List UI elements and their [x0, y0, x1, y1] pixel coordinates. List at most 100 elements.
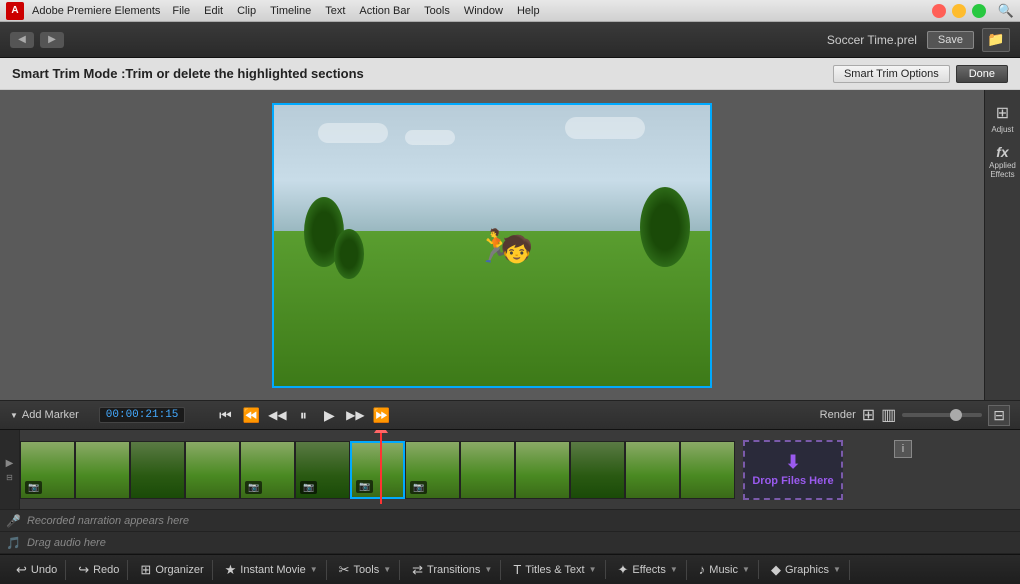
done-button[interactable]: Done [956, 65, 1008, 83]
film-frame-7[interactable]: 📷 [350, 441, 405, 499]
render-icon[interactable]: ⊞ [862, 405, 875, 425]
film-frame-4[interactable] [185, 441, 240, 499]
film-frame-1[interactable]: 📷 [20, 441, 75, 499]
playhead-marker [374, 430, 388, 433]
film-frame-2[interactable] [75, 441, 130, 499]
organizer-button[interactable]: ⊞ Organizer [132, 560, 212, 580]
applied-effects-label: Applied Effects [988, 162, 1018, 180]
transitions-label: Transitions [427, 564, 480, 576]
tools-label: Tools [354, 564, 380, 576]
menu-tools[interactable]: Tools [424, 5, 450, 17]
effects-button[interactable]: ✦ Effects ▼ [610, 560, 687, 580]
camera-icon-5: 📷 [245, 481, 262, 494]
search-icon[interactable]: 🔍 [998, 3, 1014, 19]
microphone-icon: 🎤 [6, 514, 21, 528]
drop-files-label: Drop Files Here [752, 475, 833, 487]
project-icon: 📁 [987, 31, 1004, 48]
film-frame-11[interactable] [570, 441, 625, 499]
add-marker-button[interactable]: ▼ Add Marker [10, 409, 79, 421]
forward-button[interactable]: ▶ [40, 32, 64, 48]
instant-movie-label: Instant Movie [240, 564, 305, 576]
close-button[interactable] [932, 4, 946, 18]
undo-button[interactable]: ↩ Undo [8, 560, 66, 580]
app-name: Adobe Premiere Elements [32, 5, 160, 17]
transitions-button[interactable]: ⇄ Transitions ▼ [404, 560, 501, 580]
audio-icon: 🎵 [6, 536, 21, 550]
transitions-icon: ⇄ [412, 562, 423, 578]
transport-step-back[interactable]: ⏪ [241, 407, 261, 424]
render-area: Render ⊞ ▥ ⊟ [820, 405, 1010, 426]
smart-trim-options-button[interactable]: Smart Trim Options [833, 65, 950, 83]
render-expand-icon[interactable]: ⊟ [988, 405, 1010, 426]
transport-pause[interactable]: ⏸ [293, 407, 313, 424]
effects-arrow: ▼ [670, 565, 678, 574]
instant-movie-button[interactable]: ★ Instant Movie ▼ [217, 560, 327, 580]
narration-label: Recorded narration appears here [27, 515, 189, 527]
back-button[interactable]: ◀ [10, 32, 34, 48]
titles-text-button[interactable]: T Titles & Text ▼ [505, 560, 605, 579]
adjust-tool[interactable]: ⊞ Adjust [988, 98, 1018, 138]
transitions-arrow: ▼ [484, 565, 492, 574]
effects-icon: ✦ [618, 562, 629, 578]
render-slider-knob [950, 409, 962, 421]
graphics-label: Graphics [785, 564, 829, 576]
project-icon-button[interactable]: 📁 [982, 28, 1010, 52]
render-slider[interactable] [902, 413, 982, 417]
info-icon[interactable]: i [894, 440, 912, 458]
music-icon: ♪ [699, 562, 706, 577]
camera-icon-7: 📷 [356, 480, 373, 493]
menu-edit[interactable]: Edit [204, 5, 223, 17]
film-frame-8[interactable]: 📷 [405, 441, 460, 499]
camera-icon-6: 📷 [300, 481, 317, 494]
applied-effects-tool[interactable]: fx Applied Effects [988, 142, 1018, 182]
menu-file[interactable]: File [172, 5, 190, 17]
menu-items: File Edit Clip Timeline Text Action Bar … [172, 5, 539, 17]
timecode-display[interactable]: 00:00:21:15 [99, 407, 186, 423]
video-preview: 🏃 🧒 [272, 103, 712, 388]
transport-frame-back[interactable]: ◀◀ [267, 408, 287, 422]
transport-play[interactable]: ▶ [319, 407, 339, 424]
music-button[interactable]: ♪ Music ▼ [691, 560, 759, 579]
transport-frame-fwd[interactable]: ▶▶ [345, 408, 365, 422]
graphics-button[interactable]: ◆ Graphics ▼ [763, 560, 850, 580]
graphics-icon: ◆ [771, 562, 781, 578]
film-frame-5[interactable]: 📷 [240, 441, 295, 499]
film-frame-10[interactable] [515, 441, 570, 499]
redo-button[interactable]: ↪ Redo [70, 560, 128, 580]
music-label: Music [709, 564, 738, 576]
menu-window[interactable]: Window [464, 5, 503, 17]
tools-button[interactable]: ✂ Tools ▼ [331, 560, 401, 580]
drop-arrow-icon: ⬇ [785, 452, 800, 473]
undo-icon: ↩ [16, 562, 27, 578]
menu-text[interactable]: Text [325, 5, 345, 17]
transport-fast-fwd[interactable]: ⏩ [371, 407, 391, 424]
narration-bar: 🎤 Recorded narration appears here [0, 510, 1020, 532]
film-frame-12[interactable] [625, 441, 680, 499]
window-controls: 🔍 [932, 3, 1014, 19]
track-settings-icon[interactable]: ⊟ [6, 473, 13, 482]
redo-icon: ↪ [78, 562, 89, 578]
menu-action-bar[interactable]: Action Bar [359, 5, 410, 17]
render-shrink-icon[interactable]: ▥ [881, 405, 896, 425]
cloud-1 [318, 123, 388, 143]
video-panel: 🏃 🧒 [0, 90, 984, 400]
transport-to-start[interactable]: ⏮ [215, 407, 235, 424]
maximize-button[interactable] [972, 4, 986, 18]
redo-label: Redo [93, 564, 119, 576]
minimize-button[interactable] [952, 4, 966, 18]
menu-timeline[interactable]: Timeline [270, 5, 311, 17]
film-frame-6[interactable]: 📷 [295, 441, 350, 499]
menu-help[interactable]: Help [517, 5, 540, 17]
film-frame-3[interactable] [130, 441, 185, 499]
film-frame-9[interactable] [460, 441, 515, 499]
menu-clip[interactable]: Clip [237, 5, 256, 17]
audio-bar: 🎵 Drag audio here [0, 532, 1020, 554]
right-panel: ⊞ Adjust fx Applied Effects [984, 90, 1020, 400]
drop-files-here[interactable]: ⬇ Drop Files Here [743, 440, 843, 500]
film-strip: 📷 📷 📷 [20, 440, 735, 500]
tools-arrow: ▼ [383, 565, 391, 574]
film-frame-13[interactable] [680, 441, 735, 499]
save-button[interactable]: Save [927, 31, 974, 49]
tree-right [640, 187, 690, 267]
strip-left-icons: ▶ ⊟ [0, 430, 20, 509]
